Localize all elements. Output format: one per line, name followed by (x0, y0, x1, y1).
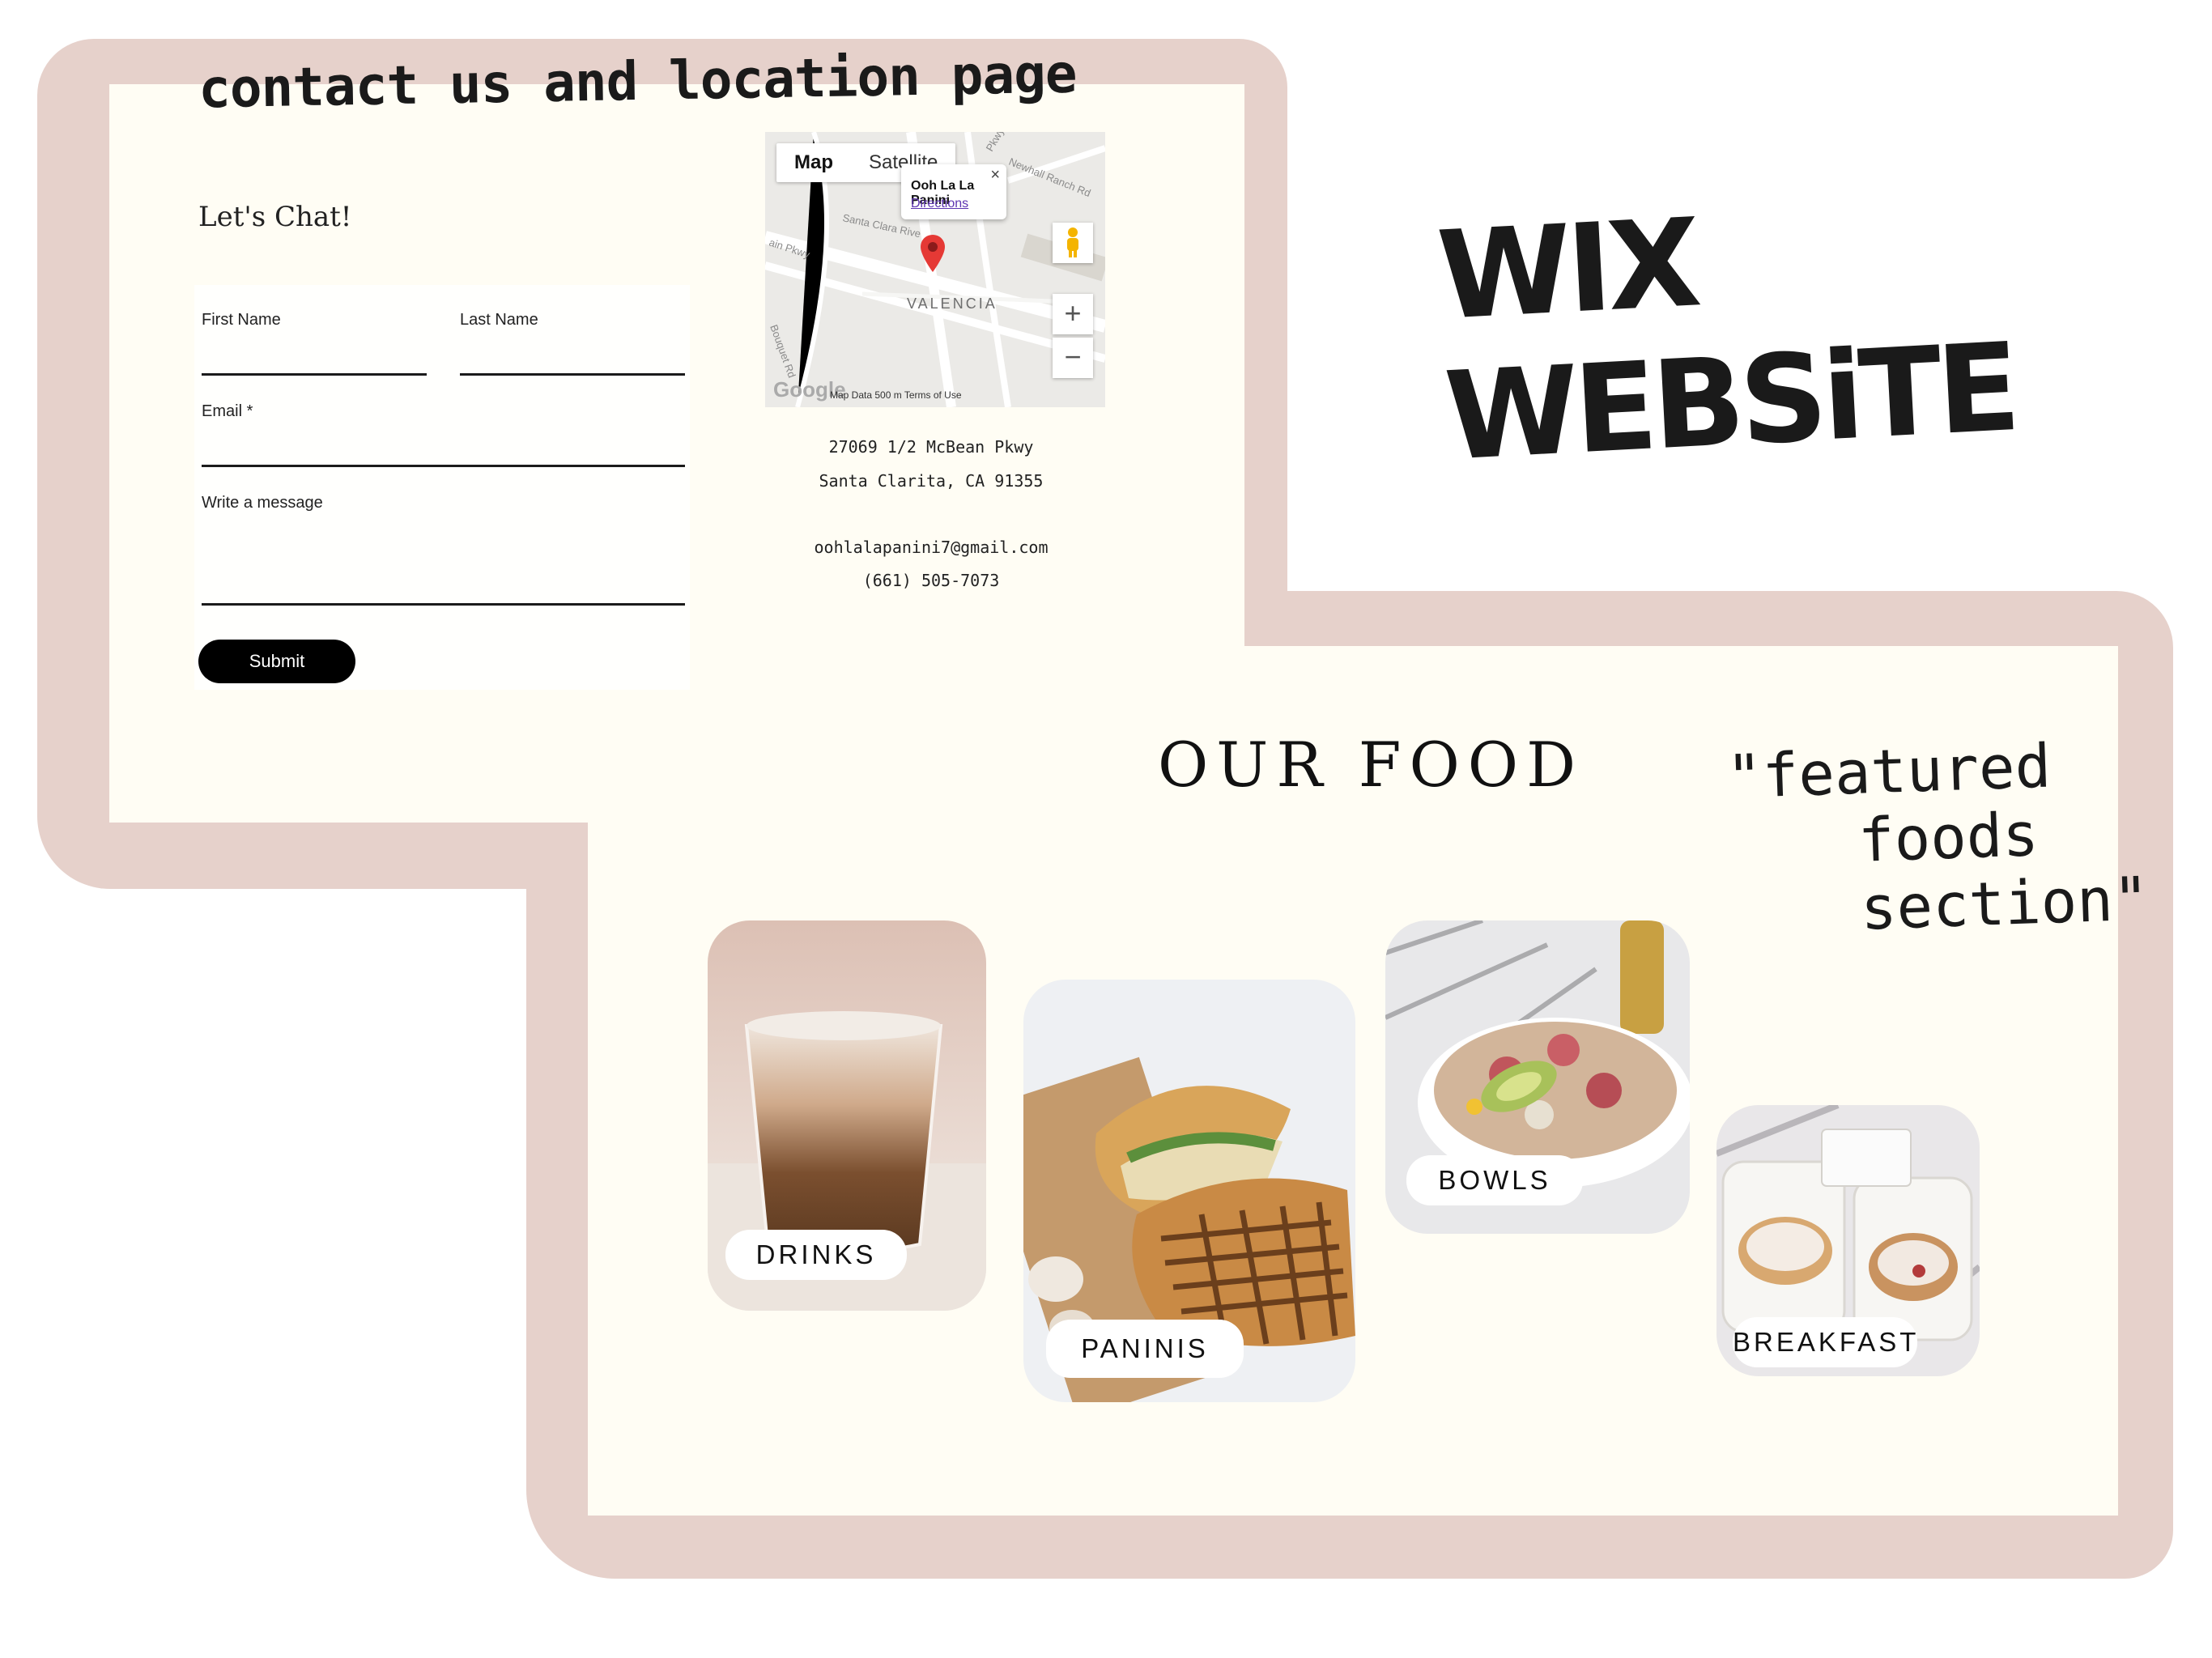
drinks-card[interactable]: DRINKS (708, 920, 986, 1311)
directions-link[interactable]: Directions (911, 197, 968, 211)
message-field[interactable] (202, 603, 685, 606)
bowls-card[interactable]: BOWLS (1385, 920, 1690, 1234)
last-name-label: Last Name (460, 311, 538, 329)
featured-foods-annotation: "featured foods section" (1725, 727, 2212, 948)
bowls-label: BOWLS (1406, 1155, 1583, 1205)
map-footer: Map Data 500 m Terms of Use (830, 389, 962, 401)
submit-button[interactable]: Submit (198, 640, 355, 683)
zoom-in-button[interactable]: + (1053, 294, 1093, 334)
contact-phone[interactable]: (661) 505-7073 (761, 571, 1101, 590)
contact-email[interactable]: oohlalapanini7@gmail.com (761, 538, 1101, 557)
featured-annotation-line2: foods section" (1857, 800, 2150, 944)
street-view-icon[interactable] (1053, 223, 1093, 263)
contact-form (194, 285, 690, 690)
email-label: Email * (202, 402, 253, 420)
wix-website-annotation: WIX WEBSiTE (1434, 193, 2019, 488)
first-name-field[interactable] (202, 373, 427, 376)
message-label: Write a message (202, 494, 323, 512)
address-line-1: 27069 1/2 McBean Pkwy (828, 437, 1034, 457)
address-line-2: Santa Clarita, CA 91355 (819, 471, 1044, 491)
email-field[interactable] (202, 465, 685, 467)
map-city-label: VALENCIA (907, 295, 998, 312)
location-map[interactable]: Newhall Ranch Rd Santa Clara Rive ain Pkwy… (765, 132, 1105, 407)
location-popup: × Ooh La La Panini Directions (901, 164, 1006, 219)
contact-form-title: Let's Chat! (198, 201, 352, 233)
breakfast-card[interactable]: BREAKFAST (1716, 1105, 1980, 1376)
breakfast-label: BREAKFAST (1733, 1317, 1917, 1367)
featured-annotation-line1: "featured (1725, 731, 2052, 813)
paninis-label: PANINIS (1046, 1320, 1244, 1378)
zoom-out-button[interactable]: − (1053, 338, 1093, 378)
paninis-card[interactable]: PANINIS (1023, 980, 1355, 1402)
map-tab[interactable]: Map (776, 143, 851, 182)
map-pin-icon[interactable] (919, 233, 946, 274)
drinks-label: DRINKS (725, 1230, 907, 1280)
our-food-title: OUR FOOD (1158, 729, 1585, 801)
last-name-field[interactable] (460, 373, 685, 376)
first-name-label: First Name (202, 311, 281, 329)
